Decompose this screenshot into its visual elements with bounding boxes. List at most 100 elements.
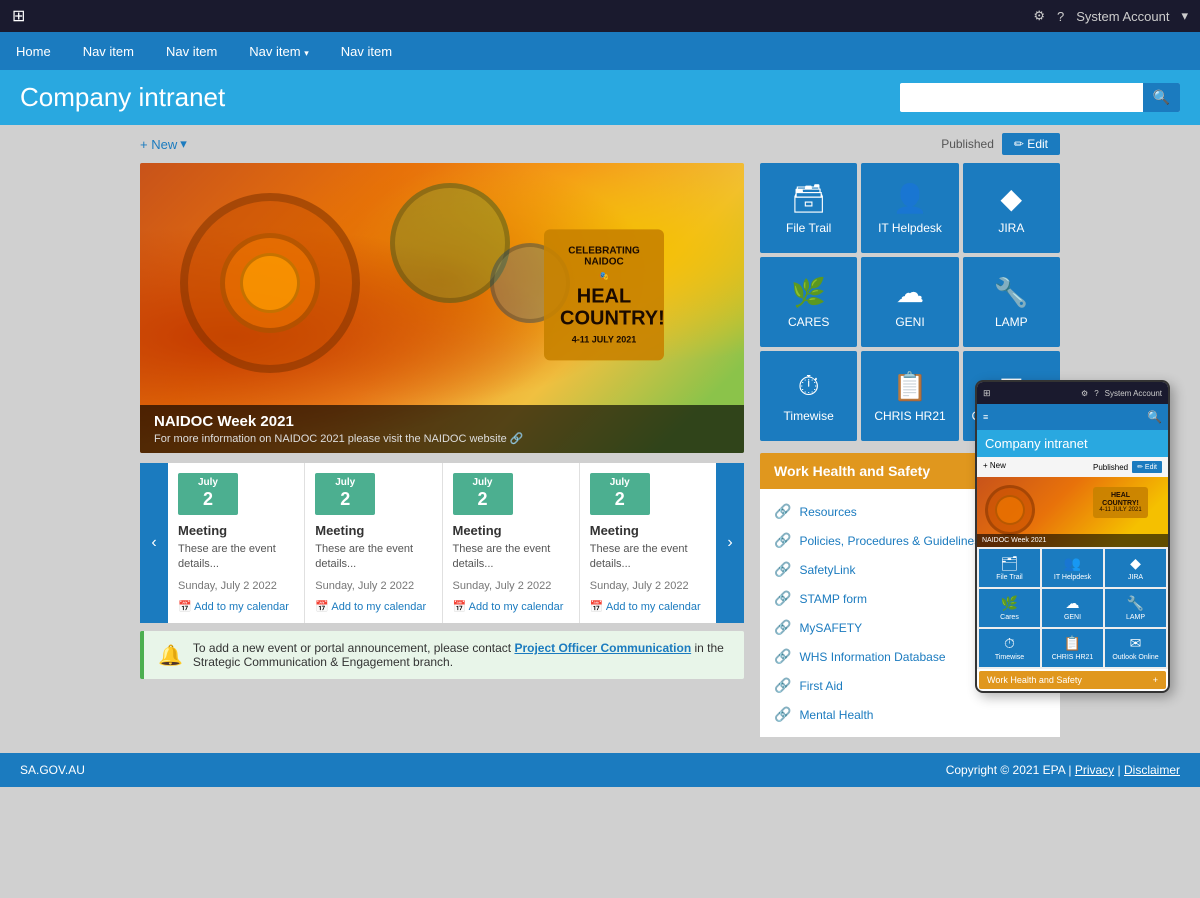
mobile-help-icon: ? [1094, 389, 1098, 398]
event-day-0: 2 [190, 489, 226, 511]
mobile-ql-tile-6[interactable]: ⏱Timewise [979, 629, 1040, 667]
project-officer-link[interactable]: Project Officer Communication [514, 641, 691, 655]
event-date-text-0: Sunday, July 2 2022 [178, 580, 294, 592]
mobile-ql-label-7: CHRIS HR21 [1052, 654, 1094, 661]
mobile-ql-label-4: GENI [1064, 614, 1081, 621]
notification-bar: 🔔 To add a new event or portal announcem… [140, 631, 744, 679]
whs-link-label-6: First Aid [799, 679, 842, 693]
nav-dropdown-arrow-icon: ▾ [304, 48, 309, 58]
top-bar: ⊞ ⚙ ? System Account ▾ [0, 0, 1200, 32]
whs-link-icon-6: 🔗 [774, 677, 791, 694]
mobile-ql-tile-7[interactable]: 📋CHRIS HR21 [1042, 629, 1103, 667]
nav-item-2[interactable]: Nav item [162, 38, 221, 65]
quick-link-tile-lamp[interactable]: 🔧LAMP [963, 257, 1060, 347]
mobile-mockup: ⊞ ⚙ ? System Account ≡ 🔍 Company intrane… [975, 380, 1170, 693]
add-to-calendar-0[interactable]: 📅 Add to my calendar [178, 600, 294, 613]
footer-disclaimer-link[interactable]: Disclaimer [1124, 763, 1180, 777]
add-to-calendar-1[interactable]: 📅 Add to my calendar [315, 600, 431, 613]
mobile-quick-links-grid: 🗂File Trail👥IT Helpdesk◆JIRA🌿Cares☁GENI🔧… [977, 547, 1168, 669]
mobile-ql-tile-8[interactable]: ✉Outlook Online [1105, 629, 1166, 667]
event-title-1: Meeting [315, 523, 431, 538]
help-icon[interactable]: ? [1057, 9, 1064, 24]
heal-dates: 4-11 JULY 2021 [560, 334, 648, 344]
ql-label-7: CHRIS HR21 [874, 409, 945, 423]
add-to-calendar-3[interactable]: 📅 Add to my calendar [590, 600, 706, 613]
event-month-3: July [602, 477, 638, 489]
whs-link-label-4: MySAFETY [799, 621, 862, 635]
whs-link-7[interactable]: 🔗Mental Health [760, 700, 1060, 729]
carousel-prev-button[interactable]: ‹ [140, 463, 168, 623]
new-button[interactable]: + New ▾ [140, 136, 187, 152]
event-title-3: Meeting [590, 523, 706, 538]
mobile-site-title: Company intranet [985, 436, 1088, 451]
whs-link-icon-5: 🔗 [774, 648, 791, 665]
whs-link-icon-0: 🔗 [774, 503, 791, 520]
search-input[interactable] [900, 84, 1143, 111]
event-card-3: July 2 Meeting These are the event detai… [580, 463, 716, 623]
event-date-text-3: Sunday, July 2 2022 [590, 580, 706, 592]
nav-item-home[interactable]: Home [12, 38, 55, 65]
settings-icon[interactable]: ⚙ [1033, 8, 1045, 24]
mobile-search-icon[interactable]: 🔍 [1147, 410, 1162, 424]
notification-icon: 🔔 [158, 643, 183, 668]
mobile-ql-label-5: LAMP [1126, 614, 1145, 621]
quick-link-tile-chris-hr21[interactable]: 📋CHRIS HR21 [861, 351, 958, 441]
notification-text: To add a new event or portal announcemen… [193, 641, 730, 669]
ql-icon-0: 🗃 [791, 182, 827, 215]
footer-copyright: Copyright © 2021 EPA [946, 763, 1065, 777]
mobile-ql-icon-1: 👥 [1064, 555, 1081, 572]
search-bar: 🔍 [900, 83, 1180, 112]
footer: SA.GOV.AU Copyright © 2021 EPA | Privacy… [0, 753, 1200, 787]
mobile-ql-tile-3[interactable]: 🌿Cares [979, 589, 1040, 627]
mobile-ql-tile-1[interactable]: 👥 IT Helpdesk [1042, 549, 1103, 587]
edit-button[interactable]: ✏ Edit [1002, 133, 1060, 155]
mobile-edit-button[interactable]: ✏ Edit [1132, 461, 1162, 473]
mobile-ql-label-0: File Trail [996, 574, 1022, 581]
hero-caption: NAIDOC Week 2021 For more information on… [140, 405, 744, 453]
nav-item-1[interactable]: Nav item [79, 38, 138, 65]
mobile-ql-icon-0: 🗂 [1001, 555, 1019, 572]
carousel-next-button[interactable]: › [716, 463, 744, 623]
quick-link-tile-it-helpdesk[interactable]: 👤IT Helpdesk [861, 163, 958, 253]
mobile-ql-tile-2[interactable]: ◆JIRA [1105, 549, 1166, 587]
naidoc-link[interactable]: 🔗 [510, 433, 524, 445]
mobile-ql-tile-0[interactable]: 🗂 File Trail [979, 549, 1040, 587]
quick-link-tile-cares[interactable]: 🌿CARES [760, 257, 857, 347]
mobile-waffle-icon: ⊞ [983, 388, 991, 399]
quick-link-tile-geni[interactable]: ☁GENI [861, 257, 958, 347]
quick-link-tile-timewise[interactable]: ⏱Timewise [760, 351, 857, 441]
published-status: Published [941, 137, 994, 151]
mobile-ql-label-1: IT Helpdesk [1054, 574, 1091, 581]
event-details-1: These are the event details... [315, 542, 431, 573]
mobile-ql-icon-5: 🔧 [1127, 595, 1144, 612]
event-details-3: These are the event details... [590, 542, 706, 573]
mobile-ql-label-3: Cares [1000, 614, 1019, 621]
nav-item-3-dropdown[interactable]: Nav item ▾ [245, 38, 312, 65]
quick-link-tile-file-trail[interactable]: 🗃File Trail [760, 163, 857, 253]
hero-subtitle: For more information on NAIDOC 2021 plea… [154, 432, 730, 445]
mobile-ql-tile-4[interactable]: ☁GENI [1042, 589, 1103, 627]
event-month-0: July [190, 477, 226, 489]
user-account[interactable]: System Account [1076, 9, 1169, 24]
footer-privacy-link[interactable]: Privacy [1075, 763, 1114, 777]
event-details-0: These are the event details... [178, 542, 294, 573]
mobile-new-button[interactable]: + New [983, 461, 1006, 473]
ql-label-4: GENI [895, 315, 924, 329]
waffle-icon[interactable]: ⊞ [12, 6, 25, 26]
search-button[interactable]: 🔍 [1143, 83, 1180, 112]
nav-bar: Home Nav item Nav item Nav item ▾ Nav it… [0, 32, 1200, 70]
nav-item-4[interactable]: Nav item [337, 38, 396, 65]
quick-link-tile-jira[interactable]: ◆JIRA [963, 163, 1060, 253]
event-month-2: July [465, 477, 501, 489]
ql-label-5: LAMP [995, 315, 1028, 329]
add-to-calendar-2[interactable]: 📅 Add to my calendar [453, 600, 569, 613]
mobile-whs-header[interactable]: Work Health and Safety + [979, 671, 1166, 689]
whs-link-icon-4: 🔗 [774, 619, 791, 636]
nav-item-3-label: Nav item [249, 44, 300, 59]
mobile-ql-tile-5[interactable]: 🔧 LAMP [1105, 589, 1166, 627]
event-card-0: July 2 Meeting These are the event detai… [168, 463, 304, 623]
whs-link-icon-7: 🔗 [774, 706, 791, 723]
whs-link-label-1: Policies, Procedures & Guidelines [799, 534, 980, 548]
whs-link-label-5: WHS Information Database [799, 650, 945, 664]
ql-label-6: Timewise [784, 409, 834, 423]
